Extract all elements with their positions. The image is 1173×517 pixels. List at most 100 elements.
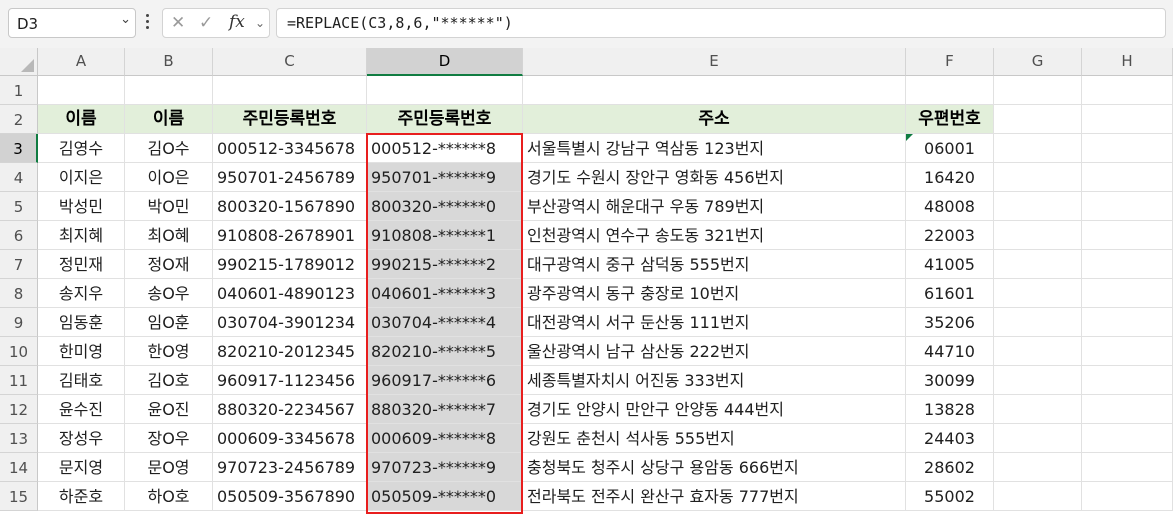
address-cell[interactable]: 광주광역시 동구 충장로 10번지	[523, 279, 906, 308]
masked-id-cell[interactable]: 800320-******0	[367, 192, 523, 221]
cell[interactable]	[994, 453, 1082, 482]
name-cell[interactable]: 김태호	[38, 366, 125, 395]
cell[interactable]	[994, 105, 1082, 134]
cell[interactable]	[38, 76, 125, 105]
name-cell[interactable]: 송지우	[38, 279, 125, 308]
cell[interactable]	[1082, 424, 1173, 453]
zip-code-cell[interactable]: 61601	[906, 279, 994, 308]
row-header-10[interactable]: 10	[0, 337, 38, 366]
header-cell-f[interactable]: 우편번호	[906, 105, 994, 134]
id-number-cell[interactable]: 050509-3567890	[213, 482, 367, 511]
cell[interactable]	[523, 76, 906, 105]
header-cell-c[interactable]: 주민등록번호	[213, 105, 367, 134]
cell[interactable]	[1082, 337, 1173, 366]
name-cell[interactable]: 문지영	[38, 453, 125, 482]
cell[interactable]	[994, 192, 1082, 221]
name-cell[interactable]: 하준호	[38, 482, 125, 511]
masked-id-cell[interactable]: 000512-******8	[367, 134, 523, 163]
column-header-c[interactable]: C	[213, 48, 367, 76]
column-header-e[interactable]: E	[523, 48, 906, 76]
header-cell-d[interactable]: 주민등록번호	[367, 105, 523, 134]
zip-code-cell[interactable]: 16420	[906, 163, 994, 192]
masked-name-cell[interactable]: 문O영	[125, 453, 213, 482]
name-cell[interactable]: 정민재	[38, 250, 125, 279]
row-header-4[interactable]: 4	[0, 163, 38, 192]
id-number-cell[interactable]: 950701-2456789	[213, 163, 367, 192]
row-header-11[interactable]: 11	[0, 366, 38, 395]
zip-code-cell[interactable]: 55002	[906, 482, 994, 511]
cell[interactable]	[1082, 163, 1173, 192]
zip-code-cell[interactable]: 24403	[906, 424, 994, 453]
address-cell[interactable]: 세종특별자치시 어진동 333번지	[523, 366, 906, 395]
row-header-8[interactable]: 8	[0, 279, 38, 308]
masked-id-cell[interactable]: 910808-******1	[367, 221, 523, 250]
cell[interactable]	[994, 279, 1082, 308]
name-cell[interactable]: 윤수진	[38, 395, 125, 424]
id-number-cell[interactable]: 880320-2234567	[213, 395, 367, 424]
address-cell[interactable]: 부산광역시 해운대구 우동 789번지	[523, 192, 906, 221]
column-header-b[interactable]: B	[125, 48, 213, 76]
id-number-cell[interactable]: 960917-1123456	[213, 366, 367, 395]
id-number-cell[interactable]: 000609-3345678	[213, 424, 367, 453]
cell[interactable]	[1082, 482, 1173, 511]
masked-name-cell[interactable]: 윤O진	[125, 395, 213, 424]
zip-code-cell[interactable]: 22003	[906, 221, 994, 250]
zip-code-cell[interactable]: 44710	[906, 337, 994, 366]
cell[interactable]	[994, 308, 1082, 337]
id-number-cell[interactable]: 800320-1567890	[213, 192, 367, 221]
masked-name-cell[interactable]: 송O우	[125, 279, 213, 308]
masked-id-cell[interactable]: 960917-******6	[367, 366, 523, 395]
masked-name-cell[interactable]: 임O훈	[125, 308, 213, 337]
cell[interactable]	[213, 76, 367, 105]
cell[interactable]	[1082, 192, 1173, 221]
row-header-5[interactable]: 5	[0, 192, 38, 221]
cell[interactable]	[994, 76, 1082, 105]
cell[interactable]	[1082, 395, 1173, 424]
masked-name-cell[interactable]: 박O민	[125, 192, 213, 221]
row-header-6[interactable]: 6	[0, 221, 38, 250]
masked-id-cell[interactable]: 040601-******3	[367, 279, 523, 308]
cell[interactable]	[994, 163, 1082, 192]
chevron-down-icon[interactable]: ⌄	[255, 16, 265, 30]
masked-name-cell[interactable]: 한O영	[125, 337, 213, 366]
address-cell[interactable]: 충청북도 청주시 상당구 용암동 666번지	[523, 453, 906, 482]
cell[interactable]	[994, 337, 1082, 366]
id-number-cell[interactable]: 970723-2456789	[213, 453, 367, 482]
insert-function-icon[interactable]: fx	[229, 12, 245, 32]
masked-id-cell[interactable]: 050509-******0	[367, 482, 523, 511]
enter-icon[interactable]: ✓	[199, 13, 213, 33]
masked-id-cell[interactable]: 000609-******8	[367, 424, 523, 453]
zip-code-cell[interactable]: 28602	[906, 453, 994, 482]
row-header-13[interactable]: 13	[0, 424, 38, 453]
masked-id-cell[interactable]: 950701-******9	[367, 163, 523, 192]
cell[interactable]	[994, 250, 1082, 279]
address-cell[interactable]: 전라북도 전주시 완산구 효자동 777번지	[523, 482, 906, 511]
row-header-1[interactable]: 1	[0, 76, 38, 105]
id-number-cell[interactable]: 030704-3901234	[213, 308, 367, 337]
column-header-a[interactable]: A	[38, 48, 125, 76]
column-header-d[interactable]: D	[367, 48, 523, 76]
address-cell[interactable]: 울산광역시 남구 삼산동 222번지	[523, 337, 906, 366]
cell[interactable]	[994, 482, 1082, 511]
cell[interactable]	[906, 76, 994, 105]
column-header-g[interactable]: G	[994, 48, 1082, 76]
row-header-3[interactable]: 3	[0, 134, 38, 163]
cell[interactable]	[1082, 366, 1173, 395]
id-number-cell[interactable]: 040601-4890123	[213, 279, 367, 308]
masked-name-cell[interactable]: 하O호	[125, 482, 213, 511]
column-header-f[interactable]: F	[906, 48, 994, 76]
column-header-h[interactable]: H	[1082, 48, 1173, 76]
id-number-cell[interactable]: 820210-2012345	[213, 337, 367, 366]
masked-name-cell[interactable]: 이O은	[125, 163, 213, 192]
cell[interactable]	[1082, 308, 1173, 337]
row-header-12[interactable]: 12	[0, 395, 38, 424]
cell[interactable]	[994, 366, 1082, 395]
id-number-cell[interactable]: 000512-3345678	[213, 134, 367, 163]
header-cell-b[interactable]: 이름	[125, 105, 213, 134]
row-header-15[interactable]: 15	[0, 482, 38, 511]
cell[interactable]	[367, 76, 523, 105]
cell[interactable]	[1082, 221, 1173, 250]
masked-id-cell[interactable]: 990215-******2	[367, 250, 523, 279]
cell[interactable]	[994, 424, 1082, 453]
address-cell[interactable]: 서울특별시 강남구 역삼동 123번지	[523, 134, 906, 163]
